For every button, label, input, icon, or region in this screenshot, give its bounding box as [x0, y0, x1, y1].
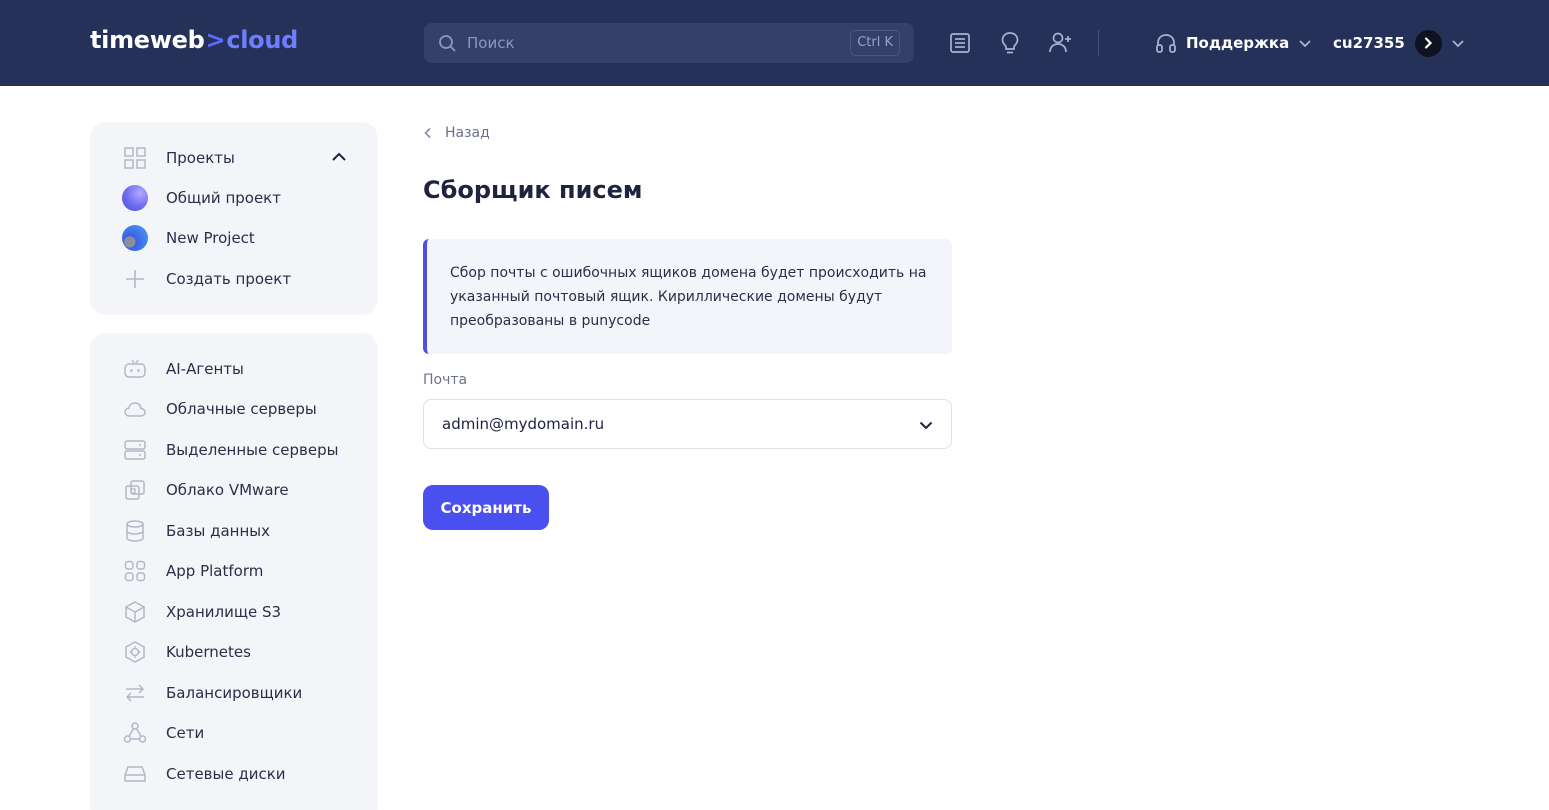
chevron-down-icon: [919, 421, 933, 430]
chevron-down-icon: [1299, 40, 1311, 48]
create-project-button[interactable]: Создать проект: [122, 265, 291, 293]
sidebar-item-networks[interactable]: Сети: [122, 719, 204, 747]
disk-icon: [122, 761, 148, 787]
plus-icon: [122, 266, 148, 292]
sidebar-item-label: Выделенные серверы: [166, 441, 339, 459]
sidebar-item-project-general[interactable]: Общий проект: [122, 184, 281, 212]
sidebar-item-label: Создать проект: [166, 270, 292, 288]
search-icon: [439, 35, 456, 52]
info-text: Сбор почты с ошибочных ящиков домена буд…: [450, 265, 927, 329]
search-shortcut-badge: Ctrl K: [850, 30, 900, 56]
sidebar-item-vmware[interactable]: Облако VMware: [122, 476, 289, 504]
account-menu[interactable]: cu27355: [1333, 28, 1466, 58]
sidebar-item-label: Хранилище S3: [166, 603, 282, 621]
sidebar-item-ai-agents[interactable]: AI-Агенты: [122, 355, 244, 383]
sidebar-item-label: Сети: [166, 724, 205, 742]
support-menu[interactable]: Поддержка: [1154, 28, 1313, 58]
sidebar-item-label: Общий проект: [166, 189, 281, 207]
sidebar-item-kubernetes[interactable]: Kubernetes: [122, 638, 251, 666]
app-platform-icon: [122, 558, 148, 584]
sidebar-item-label: New Project: [166, 229, 255, 247]
projects-title: Проекты: [166, 149, 235, 167]
chevron-left-icon: [424, 127, 431, 139]
grid-icon: [122, 145, 148, 171]
kubernetes-icon: [122, 639, 148, 665]
arrows-icon: [122, 680, 148, 706]
headphones-icon: [1156, 34, 1176, 53]
sidebar-item-label: Облако VMware: [166, 481, 289, 499]
add-user-icon[interactable]: [1047, 30, 1073, 56]
database-icon: [122, 518, 148, 544]
sidebar-item-label: Балансировщики: [166, 684, 303, 702]
sidebar-item-databases[interactable]: Базы данных: [122, 517, 270, 545]
lightbulb-icon[interactable]: [997, 30, 1023, 56]
sidebar-item-dedicated-servers[interactable]: Выделенные серверы: [122, 436, 338, 464]
save-button[interactable]: Сохранить: [423, 485, 549, 530]
email-field-label: Почта: [423, 372, 468, 388]
header-divider: [1098, 30, 1099, 56]
sidebar-item-label: Kubernetes: [166, 643, 251, 661]
email-select-value: admin@mydomain.ru: [442, 415, 605, 433]
search-input[interactable]: Поиск Ctrl K: [424, 23, 914, 63]
search-placeholder: Поиск: [467, 34, 515, 52]
chevron-up-icon[interactable]: [330, 148, 348, 166]
email-select[interactable]: admin@mydomain.ru: [423, 399, 952, 449]
back-label: Назад: [445, 125, 490, 141]
support-label: Поддержка: [1186, 34, 1290, 52]
sidebar-item-label: Облачные серверы: [166, 400, 317, 418]
info-banner: Сбор почты с ошибочных ящиков домена буд…: [423, 239, 952, 354]
top-header: timeweb>cloud Поиск Ctrl K Поддержка cu2…: [0, 0, 1549, 86]
robot-icon: [122, 356, 148, 382]
sidebar-item-app-platform[interactable]: App Platform: [122, 557, 263, 585]
account-label: cu27355: [1333, 34, 1405, 52]
sidebar-item-label: AI-Агенты: [166, 360, 244, 378]
project-avatar: [122, 225, 148, 251]
projects-card: Проекты Общий проект New Project Создать…: [90, 122, 378, 315]
server-icon: [122, 437, 148, 463]
account-arrow: [1414, 29, 1442, 57]
sidebar-item-project-new[interactable]: New Project: [122, 224, 255, 252]
cloud-icon: [122, 396, 148, 422]
sidebar-item-cloud-servers[interactable]: Облачные серверы: [122, 395, 317, 423]
news-icon[interactable]: [947, 30, 973, 56]
back-link[interactable]: Назад: [423, 125, 490, 141]
chevron-right-icon: [1425, 37, 1433, 49]
sidebar-item-label: App Platform: [166, 562, 264, 580]
products-card: AI-Агенты Облачные серверы Выделенные се…: [90, 333, 378, 810]
projects-header[interactable]: Проекты: [122, 144, 235, 172]
vmware-icon: [122, 477, 148, 503]
logo[interactable]: timeweb>cloud: [90, 26, 298, 54]
project-avatar: [122, 185, 148, 211]
sidebar-item-balancers[interactable]: Балансировщики: [122, 679, 302, 707]
chevron-down-icon: [1452, 40, 1464, 48]
sidebar-item-s3-storage[interactable]: Хранилище S3: [122, 598, 281, 626]
page-title: Сборщик писем: [423, 176, 643, 204]
sidebar-item-label: Базы данных: [166, 522, 270, 540]
sidebar-item-network-disks[interactable]: Сетевые диски: [122, 760, 286, 788]
sidebar-item-label: Сетевые диски: [166, 765, 286, 783]
cube-icon: [122, 599, 148, 625]
network-icon: [122, 720, 148, 746]
